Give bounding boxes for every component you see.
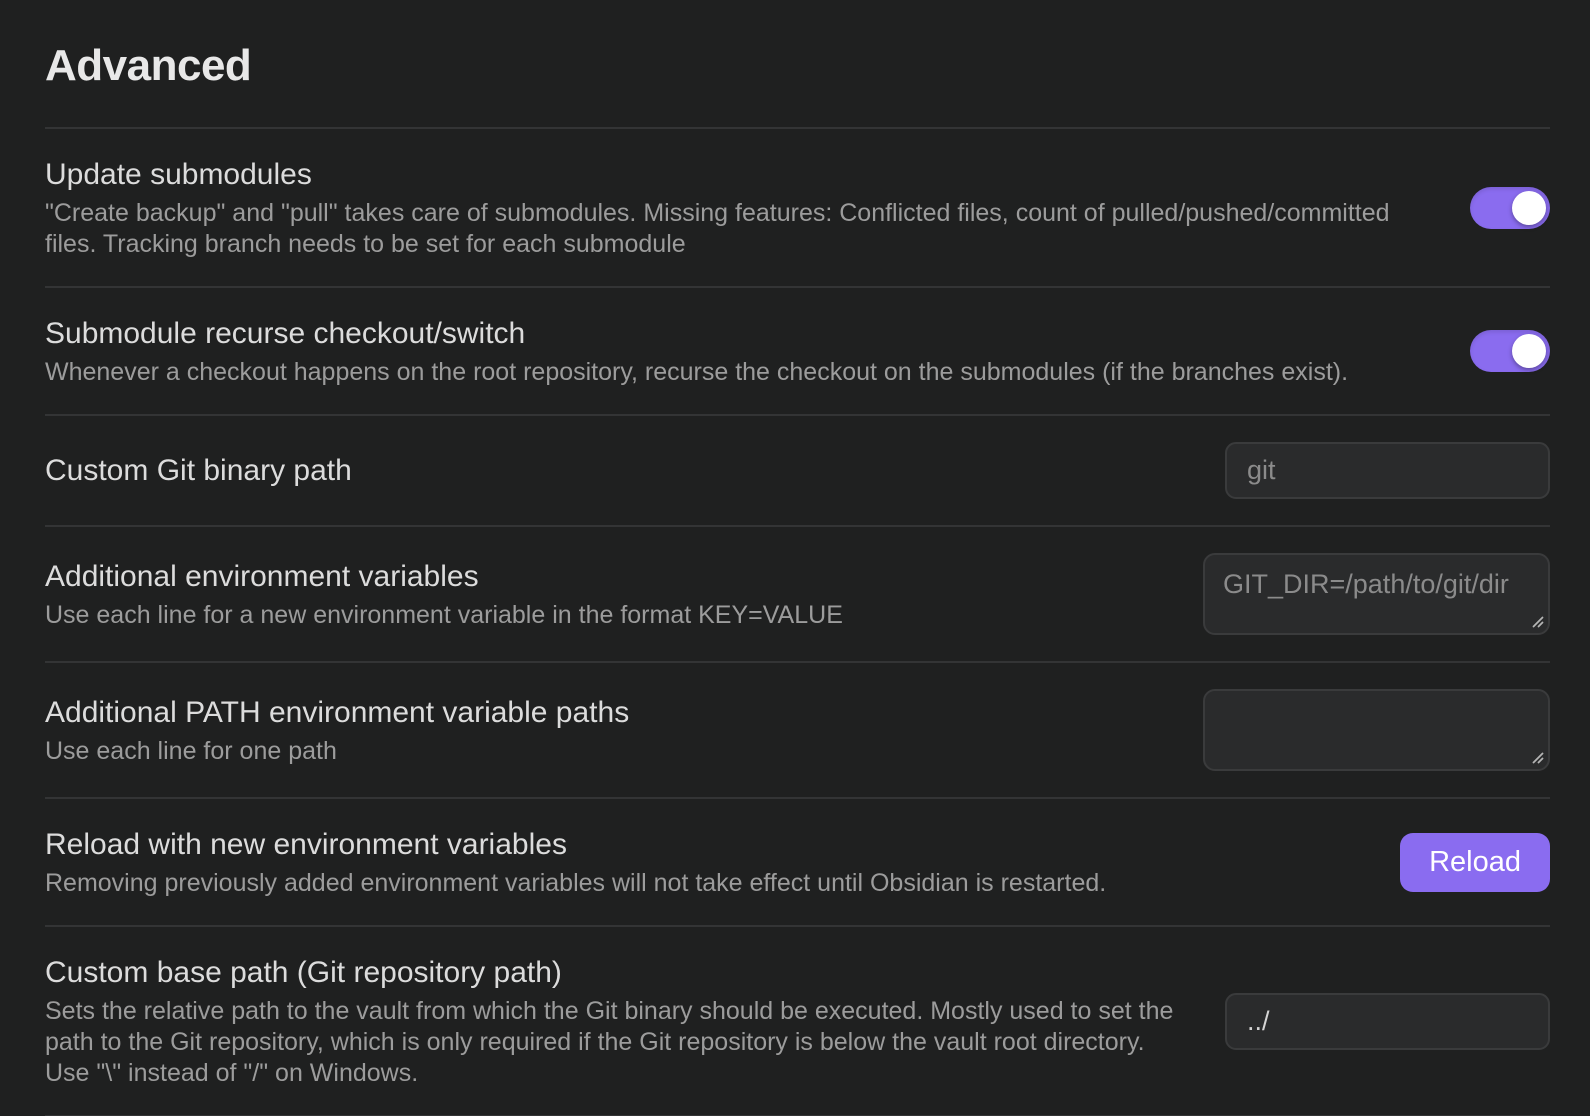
setting-name-submodule-recurse: Submodule recurse checkout/switch <box>45 314 1430 353</box>
setting-row-submodule-recurse: Submodule recurse checkout/switch Whenev… <box>45 286 1550 414</box>
setting-row-env-variables: Additional environment variables Use eac… <box>45 525 1550 661</box>
setting-info: Reload with new environment variables Re… <box>45 825 1360 899</box>
setting-name-git-binary-path: Custom Git binary path <box>45 451 1185 490</box>
setting-info: Custom Git binary path <box>45 451 1185 490</box>
setting-control <box>1470 330 1550 372</box>
settings-pane-advanced: Advanced Update submodules "Create backu… <box>0 40 1590 1116</box>
toggle-knob <box>1512 334 1546 368</box>
setting-row-custom-base-path: Custom base path (Git repository path) S… <box>45 925 1550 1115</box>
textarea-wrap <box>1203 553 1550 635</box>
setting-desc-env-variables: Use each line for a new environment vari… <box>45 600 1163 631</box>
setting-control <box>1225 442 1550 499</box>
textarea-wrap <box>1203 689 1550 771</box>
reload-button[interactable]: Reload <box>1400 833 1550 892</box>
setting-desc-path-variables: Use each line for one path <box>45 736 1163 767</box>
setting-control <box>1225 993 1550 1050</box>
path-variables-textarea[interactable] <box>1203 689 1550 771</box>
setting-info: Additional PATH environment variable pat… <box>45 693 1163 767</box>
setting-control <box>1470 187 1550 229</box>
setting-info: Additional environment variables Use eac… <box>45 557 1163 631</box>
setting-name-env-variables: Additional environment variables <box>45 557 1163 596</box>
setting-info: Submodule recurse checkout/switch Whenev… <box>45 314 1430 388</box>
setting-desc-custom-base-path: Sets the relative path to the vault from… <box>45 996 1185 1089</box>
setting-control: Reload <box>1400 833 1550 892</box>
setting-name-reload-env: Reload with new environment variables <box>45 825 1360 864</box>
setting-desc-submodule-recurse: Whenever a checkout happens on the root … <box>45 357 1430 388</box>
setting-name-path-variables: Additional PATH environment variable pat… <box>45 693 1163 732</box>
setting-row-reload-env: Reload with new environment variables Re… <box>45 797 1550 925</box>
git-binary-path-input[interactable] <box>1225 442 1550 499</box>
setting-desc-update-submodules: "Create backup" and "pull" takes care of… <box>45 198 1430 260</box>
submodule-recurse-toggle[interactable] <box>1470 330 1550 372</box>
setting-desc-reload-env: Removing previously added environment va… <box>45 868 1360 899</box>
env-variables-textarea[interactable] <box>1203 553 1550 635</box>
setting-name-custom-base-path: Custom base path (Git repository path) <box>45 953 1185 992</box>
setting-row-path-variables: Additional PATH environment variable pat… <box>45 661 1550 797</box>
toggle-knob <box>1512 191 1546 225</box>
custom-base-path-input[interactable] <box>1225 993 1550 1050</box>
update-submodules-toggle[interactable] <box>1470 187 1550 229</box>
page-title: Advanced <box>45 40 1550 92</box>
setting-row-update-submodules: Update submodules "Create backup" and "p… <box>45 127 1550 286</box>
setting-control <box>1203 689 1550 771</box>
setting-name-update-submodules: Update submodules <box>45 155 1430 194</box>
setting-info: Update submodules "Create backup" and "p… <box>45 155 1430 260</box>
setting-row-git-binary-path: Custom Git binary path <box>45 414 1550 525</box>
setting-info: Custom base path (Git repository path) S… <box>45 953 1185 1089</box>
setting-control <box>1203 553 1550 635</box>
